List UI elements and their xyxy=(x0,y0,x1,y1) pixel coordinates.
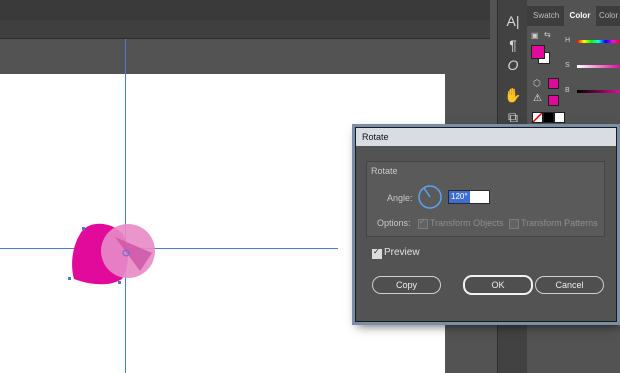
gamut-swatch[interactable] xyxy=(548,95,559,106)
none-slash-icon xyxy=(533,113,542,122)
options-label: Options: xyxy=(377,218,411,228)
slider-label-h: H xyxy=(565,37,571,44)
tab-color[interactable]: Color xyxy=(564,6,596,26)
anchor-point xyxy=(118,281,121,284)
preview-label[interactable]: Preview xyxy=(384,247,420,258)
angle-label: Angle: xyxy=(387,193,413,203)
dialog-title: Rotate xyxy=(362,132,389,142)
panel-tab-bar: Swatch Color Color xyxy=(527,6,620,26)
rotate-group-label: Rotate xyxy=(371,166,398,176)
angle-dial-icon[interactable] xyxy=(416,183,444,211)
dialog-titlebar[interactable]: Rotate xyxy=(356,128,616,146)
character-icon[interactable]: A| xyxy=(504,12,522,30)
app-menubar xyxy=(0,0,490,20)
checkmark-icon: ✓ xyxy=(373,247,380,256)
black-swatch[interactable] xyxy=(543,112,554,123)
tab-color-guide[interactable]: Color xyxy=(599,6,618,26)
cancel-button[interactable]: Cancel xyxy=(535,276,604,294)
saturation-slider[interactable] xyxy=(577,65,620,68)
transform-patterns-checkbox[interactable] xyxy=(509,219,519,229)
slider-label-s: S xyxy=(565,62,570,69)
out-of-web-gamut-icon[interactable]: ⬡ xyxy=(533,78,541,89)
transform-objects-checkbox[interactable]: ✓ xyxy=(418,217,428,229)
brightness-slider[interactable] xyxy=(577,90,620,93)
swap-colors-icon[interactable]: ⇆ xyxy=(544,30,551,39)
ok-button[interactable]: OK xyxy=(463,275,533,295)
vertical-guide[interactable] xyxy=(125,39,126,373)
selected-artwork[interactable] xyxy=(60,209,170,299)
slider-label-b: B xyxy=(565,87,570,94)
none-swatch[interactable] xyxy=(532,112,543,123)
copy-button[interactable]: Copy xyxy=(372,276,441,294)
tab-swatches[interactable]: Swatch xyxy=(533,6,559,26)
web-safe-swatch[interactable] xyxy=(548,78,559,89)
checkmark-icon: ✓ xyxy=(419,217,426,226)
transform-icon[interactable]: ⧉ xyxy=(504,108,522,126)
angle-value: 120° xyxy=(449,191,470,203)
anchor-point xyxy=(68,277,71,280)
document-tab-strip xyxy=(0,20,490,39)
fill-color-swatch[interactable] xyxy=(531,45,545,59)
opentype-icon[interactable]: O xyxy=(504,56,522,74)
anchor-point xyxy=(82,227,85,230)
white-swatch[interactable] xyxy=(554,112,565,123)
transform-patterns-label: Transform Patterns xyxy=(521,218,598,228)
puppet-warp-icon[interactable]: ✋ xyxy=(504,86,522,104)
transform-objects-label: Transform Objects xyxy=(430,218,504,228)
rotate-dialog: Rotate Rotate Angle: 120° Options: ✓ Tra… xyxy=(355,127,617,322)
hue-slider[interactable] xyxy=(577,40,620,43)
paragraph-icon[interactable]: ¶ xyxy=(504,36,522,54)
default-colors-icon[interactable]: ▣ xyxy=(531,31,539,40)
angle-input[interactable]: 120° xyxy=(448,190,490,204)
warning-icon[interactable]: ⚠ xyxy=(533,93,542,104)
preview-checkbox[interactable]: ✓ xyxy=(372,247,382,259)
